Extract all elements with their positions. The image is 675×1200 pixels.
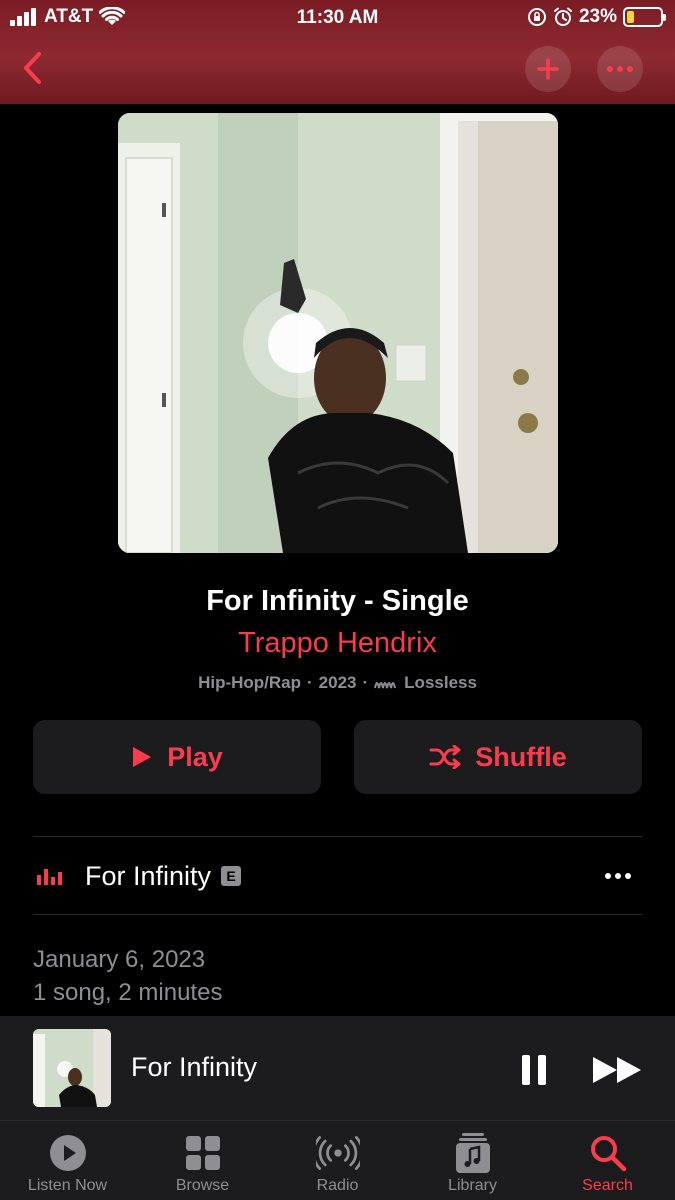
fast-forward-icon — [593, 1057, 641, 1083]
back-button[interactable] — [14, 48, 50, 88]
album-meta: Hip-Hop/Rap · 2023 · Lossless — [0, 673, 675, 693]
mini-player-title: For Infinity — [131, 1052, 258, 1082]
lossless-icon — [374, 682, 397, 689]
tab-browse[interactable]: Browse — [135, 1121, 270, 1200]
tab-library[interactable]: Library — [405, 1121, 540, 1200]
play-circle-icon — [46, 1131, 90, 1175]
plus-icon — [537, 58, 559, 80]
meta-separator: · — [362, 673, 369, 692]
release-date: January 6, 2023 — [33, 946, 206, 973]
status-right: 23% — [527, 6, 666, 28]
search-icon — [586, 1131, 630, 1175]
library-icon — [451, 1131, 495, 1175]
orientation-lock-icon — [527, 8, 546, 26]
meta-separator: · — [307, 673, 313, 692]
genre-label: Hip-Hop/Rap — [198, 673, 301, 692]
play-icon — [133, 747, 152, 767]
battery-level — [627, 11, 634, 23]
now-playing-eq-icon — [37, 867, 67, 885]
tab-radio[interactable]: Radio — [270, 1121, 405, 1200]
tab-listen-now[interactable]: Listen Now — [0, 1121, 135, 1200]
track-title: For Infinity — [85, 860, 212, 891]
tab-label: Search — [582, 1177, 633, 1194]
grid-icon — [181, 1131, 225, 1175]
tab-label: Listen Now — [27, 1177, 108, 1194]
mini-player[interactable]: For Infinity — [0, 1016, 675, 1120]
play-button-label: Play — [167, 741, 223, 772]
pause-button[interactable] — [514, 1050, 554, 1090]
more-options-button[interactable] — [597, 46, 643, 92]
ellipsis-icon — [607, 66, 633, 72]
pause-icon — [522, 1055, 546, 1085]
divider — [33, 914, 642, 915]
release-info: January 6, 2023 1 song, 2 minutes — [33, 943, 222, 1009]
album-artwork[interactable] — [118, 113, 558, 553]
shuffle-icon — [429, 745, 461, 769]
artist-link[interactable]: Trappo Hendrix — [0, 627, 675, 660]
tab-label: Browse — [175, 1177, 230, 1194]
add-to-library-button[interactable] — [525, 46, 571, 92]
ellipsis-icon-dot — [625, 873, 631, 879]
tab-bar: Listen Now Browse Radio Library Search — [0, 1120, 675, 1200]
shuffle-button-label: Shuffle — [475, 741, 567, 772]
track-more-button[interactable] — [598, 861, 638, 891]
mini-player-artwork[interactable] — [33, 1029, 111, 1107]
explicit-badge: E — [221, 866, 242, 886]
album-screen: AT&T 11:30 AM 23% For Infinity - Single … — [0, 0, 675, 1200]
radio-waves-icon — [315, 1131, 360, 1175]
ellipsis-icon-dot — [615, 873, 621, 879]
year-label: 2023 — [318, 673, 357, 692]
tab-search[interactable]: Search — [540, 1121, 675, 1200]
release-summary: 1 song, 2 minutes — [33, 979, 223, 1006]
shuffle-button[interactable]: Shuffle — [354, 720, 642, 794]
battery-percent: 23% — [578, 6, 617, 27]
alarm-icon — [553, 7, 572, 26]
mini-artwork-image — [33, 1029, 111, 1107]
track-row[interactable]: For Infinity E — [33, 837, 642, 915]
skip-forward-button[interactable] — [590, 1050, 644, 1090]
play-button[interactable]: Play — [33, 720, 321, 794]
chevron-left-icon — [24, 52, 41, 84]
status-bar: AT&T 11:30 AM 23% — [0, 0, 675, 36]
album-title: For Infinity - Single — [206, 585, 469, 617]
tab-label: Library — [448, 1177, 497, 1194]
ellipsis-icon-dot — [605, 873, 611, 879]
quality-label: Lossless — [404, 673, 477, 692]
battery-icon — [623, 7, 666, 27]
album-artwork-image — [118, 113, 558, 553]
tab-label: Radio — [316, 1177, 359, 1194]
